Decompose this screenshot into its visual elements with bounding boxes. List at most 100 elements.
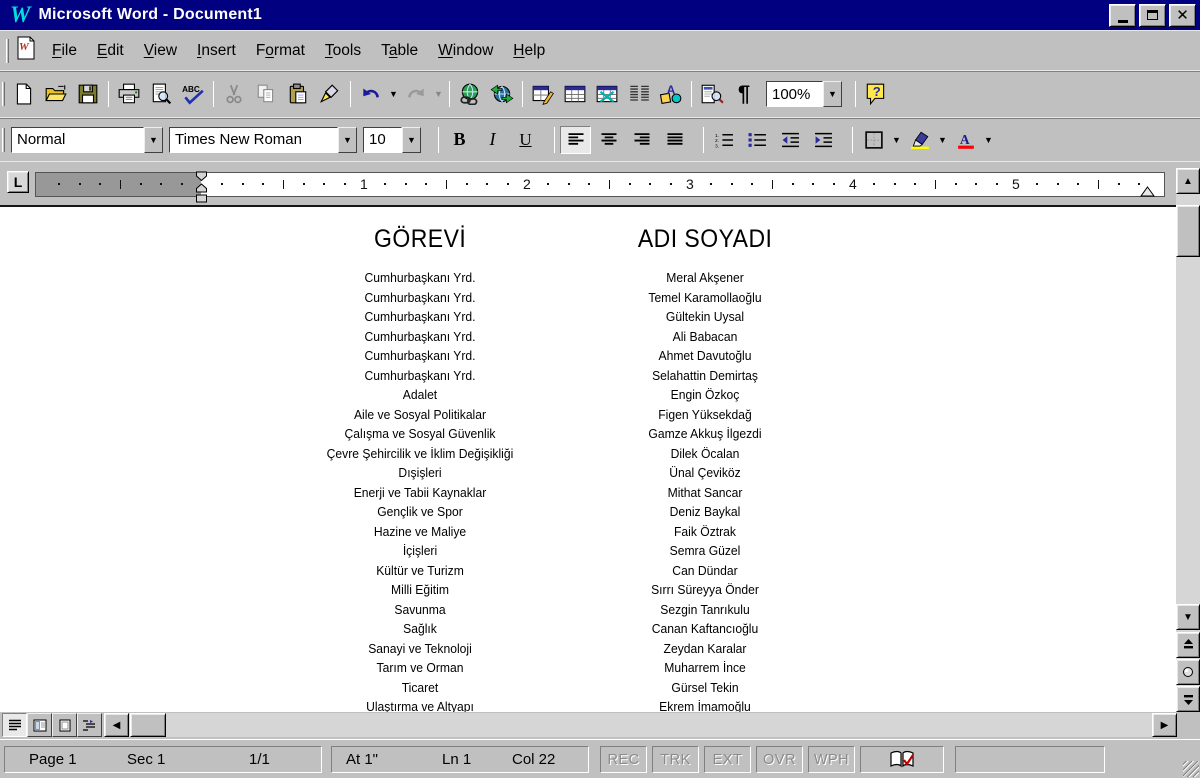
increase-indent-button[interactable] <box>808 126 839 154</box>
maximize-button[interactable] <box>1139 4 1166 27</box>
borders-dropdown-arrow[interactable]: ▼ <box>890 125 903 155</box>
columns-button[interactable] <box>624 79 654 109</box>
redo-dropdown-arrow[interactable]: ▼ <box>432 79 445 109</box>
document-page[interactable]: GÖREVİ Cumhurbaşkanı Yrd. Cumhurbaşkanı … <box>0 205 1176 712</box>
print-preview-button[interactable] <box>146 79 176 109</box>
font-size-combo[interactable]: 10 ▼ <box>363 127 421 153</box>
zoom-combo[interactable]: 100% ▼ <box>766 81 842 107</box>
menu-item[interactable]: Format <box>246 38 315 64</box>
status-mode-button[interactable]: REC <box>600 746 647 773</box>
new-document-button[interactable] <box>9 79 39 109</box>
scroll-left-button[interactable]: ◀ <box>104 713 129 737</box>
bullets-button[interactable] <box>742 126 773 154</box>
normal-view-button[interactable] <box>2 713 27 737</box>
spelling-button[interactable]: ABC <box>178 79 208 109</box>
adi-soyadi-item[interactable]: Sezgin Tanrıkulu <box>569 601 841 621</box>
column-header-adi-soyadi[interactable]: ADI SOYADI <box>638 225 773 254</box>
gorevi-item[interactable]: Sanayi ve Teknoloji <box>284 640 556 660</box>
select-browse-object-button[interactable] <box>1176 659 1200 685</box>
tab-stop-selector[interactable]: L <box>7 171 29 193</box>
font-value[interactable]: Times New Roman <box>169 127 338 153</box>
style-dropdown-arrow[interactable]: ▼ <box>144 127 163 153</box>
adi-soyadi-item[interactable]: Can Dündar <box>569 562 841 582</box>
highlight-dropdown-arrow[interactable]: ▼ <box>936 125 949 155</box>
scroll-down-button[interactable]: ▼ <box>1176 604 1200 630</box>
gorevi-item[interactable]: Dışişleri <box>284 464 556 484</box>
help-button[interactable]: ? <box>861 79 891 109</box>
adi-soyadi-item[interactable]: Engin Özkoç <box>569 386 841 406</box>
adi-soyadi-item[interactable]: Temel Karamollaoğlu <box>569 289 841 309</box>
cut-button[interactable] <box>219 79 249 109</box>
gorevi-item[interactable]: Kültür ve Turizm <box>284 562 556 582</box>
font-size-value[interactable]: 10 <box>363 127 402 153</box>
gorevi-item[interactable]: Savunma <box>284 601 556 621</box>
adi-soyadi-item[interactable]: Figen Yüksekdağ <box>569 406 841 426</box>
gorevi-item[interactable]: Adalet <box>284 386 556 406</box>
insert-table-button[interactable] <box>560 79 590 109</box>
scroll-right-button[interactable]: ▶ <box>1152 713 1177 737</box>
gorevi-item[interactable]: Cumhurbaşkanı Yrd. <box>284 367 556 387</box>
outline-view-button[interactable] <box>77 713 102 737</box>
format-painter-button[interactable] <box>315 79 345 109</box>
show-hide-paragraph-button[interactable]: ¶ <box>729 79 759 109</box>
underline-button[interactable]: U <box>510 126 541 154</box>
web-layout-view-button[interactable] <box>27 713 52 737</box>
right-indent-marker[interactable] <box>1140 184 1155 202</box>
numbering-button[interactable]: 1.2.3. <box>709 126 740 154</box>
zoom-dropdown-arrow[interactable]: ▼ <box>823 81 842 107</box>
spelling-status-panel[interactable] <box>860 746 944 773</box>
drawing-button[interactable]: A <box>656 79 686 109</box>
adi-soyadi-item[interactable]: Selahattin Demirtaş <box>569 367 841 387</box>
next-page-button[interactable] <box>1176 686 1200 712</box>
menu-item[interactable]: Tools <box>315 38 371 64</box>
menu-item[interactable]: Help <box>503 38 555 64</box>
adi-soyadi-item[interactable]: Faik Öztrak <box>569 523 841 543</box>
close-button[interactable]: ✕ <box>1169 4 1196 27</box>
redo-button[interactable] <box>401 79 431 109</box>
adi-soyadi-item[interactable]: Dilek Öcalan <box>569 445 841 465</box>
indent-markers[interactable] <box>195 171 208 209</box>
undo-button[interactable] <box>356 79 386 109</box>
menu-item[interactable]: Table <box>371 38 428 64</box>
horizontal-ruler[interactable]: 12345 <box>35 172 1165 197</box>
gorevi-item[interactable]: Ticaret <box>284 679 556 699</box>
vertical-scrollbar[interactable]: ▲ ▼ <box>1176 168 1200 712</box>
vertical-scrollbar-thumb[interactable] <box>1176 205 1200 257</box>
document-map-button[interactable] <box>697 79 727 109</box>
adi-soyadi-item[interactable]: Muharrem İnce <box>569 659 841 679</box>
zoom-value[interactable]: 100% <box>766 81 823 107</box>
resize-grip[interactable] <box>1183 761 1199 777</box>
column-header-gorevi[interactable]: GÖREVİ <box>374 225 466 254</box>
status-mode-button[interactable]: TRK <box>652 746 699 773</box>
italic-button[interactable]: I <box>477 126 508 154</box>
menu-item[interactable]: Insert <box>187 38 246 64</box>
minimize-button[interactable] <box>1109 4 1136 27</box>
adi-soyadi-item[interactable]: Semra Güzel <box>569 542 841 562</box>
gorevi-item[interactable]: Enerji ve Tabii Kaynaklar <box>284 484 556 504</box>
adi-soyadi-item[interactable]: Canan Kaftancıoğlu <box>569 620 841 640</box>
title-bar[interactable]: W Microsoft Word - Document1 ✕ <box>0 0 1200 30</box>
previous-page-button[interactable] <box>1176 632 1200 658</box>
font-size-dropdown-arrow[interactable]: ▼ <box>402 127 421 153</box>
gorevi-item[interactable]: Tarım ve Orman <box>284 659 556 679</box>
font-combo[interactable]: Times New Roman ▼ <box>169 127 357 153</box>
bold-button[interactable]: B <box>444 126 475 154</box>
adi-soyadi-item[interactable]: Gürsel Tekin <box>569 679 841 699</box>
horizontal-scrollbar-track[interactable] <box>129 713 1152 737</box>
font-color-button[interactable]: A <box>950 126 981 154</box>
adi-soyadi-item[interactable]: Zeydan Karalar <box>569 640 841 660</box>
web-toolbar-button[interactable] <box>487 79 517 109</box>
justify-button[interactable] <box>659 126 690 154</box>
tables-and-borders-button[interactable] <box>528 79 558 109</box>
font-dropdown-arrow[interactable]: ▼ <box>338 127 357 153</box>
adi-soyadi-item[interactable]: Meral Akşener <box>569 269 841 289</box>
gorevi-item[interactable]: Cumhurbaşkanı Yrd. <box>284 347 556 367</box>
adi-soyadi-item[interactable]: Ünal Çeviköz <box>569 464 841 484</box>
adi-soyadi-item[interactable]: Mithat Sancar <box>569 484 841 504</box>
scroll-up-button[interactable]: ▲ <box>1176 168 1200 194</box>
gorevi-item[interactable]: Cumhurbaşkanı Yrd. <box>284 308 556 328</box>
copy-button[interactable] <box>251 79 281 109</box>
align-right-button[interactable] <box>626 126 657 154</box>
print-layout-view-button[interactable] <box>52 713 77 737</box>
formatting-toolbar-drag-handle[interactable] <box>2 128 5 152</box>
